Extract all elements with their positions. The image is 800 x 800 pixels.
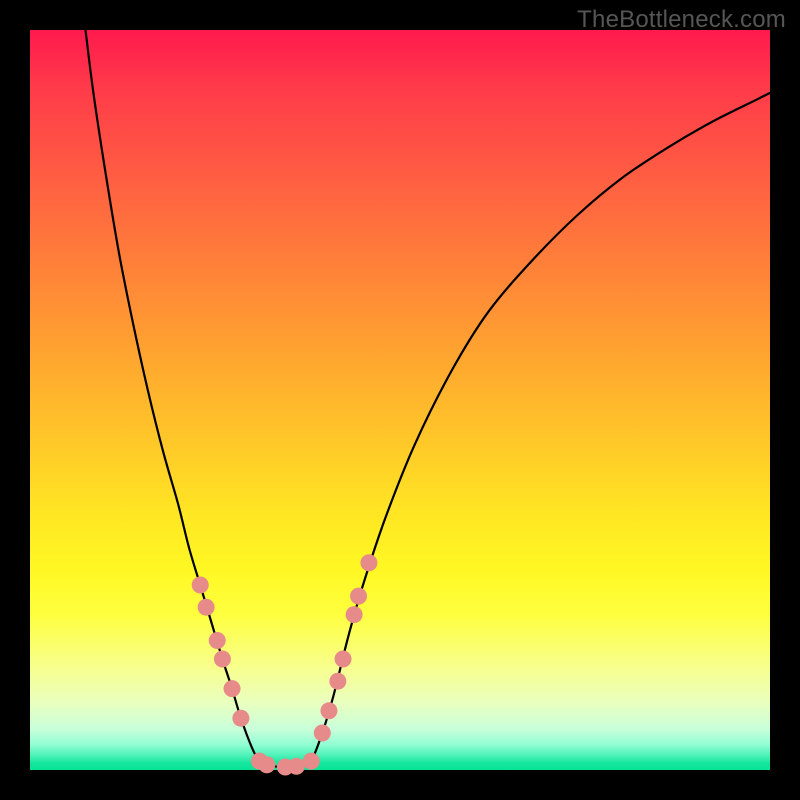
data-marker	[224, 680, 241, 697]
data-marker	[192, 577, 209, 594]
data-marker	[314, 725, 331, 742]
plot-area	[30, 30, 770, 770]
data-marker	[209, 632, 226, 649]
data-marker	[360, 554, 377, 571]
chart-frame: TheBottleneck.com	[0, 0, 800, 800]
data-marker	[288, 758, 305, 775]
data-marker	[346, 606, 363, 623]
data-marker	[232, 710, 249, 727]
data-marker	[350, 588, 367, 605]
curve-overlay	[30, 30, 770, 770]
data-marker	[198, 599, 215, 616]
data-marker	[303, 753, 320, 770]
data-marker	[258, 756, 275, 773]
watermark-label: TheBottleneck.com	[577, 6, 786, 34]
data-marker	[320, 702, 337, 719]
data-marker	[335, 651, 352, 668]
bottleneck-curve	[86, 30, 771, 767]
data-marker	[214, 651, 231, 668]
data-marker	[329, 673, 346, 690]
data-markers	[192, 554, 378, 775]
